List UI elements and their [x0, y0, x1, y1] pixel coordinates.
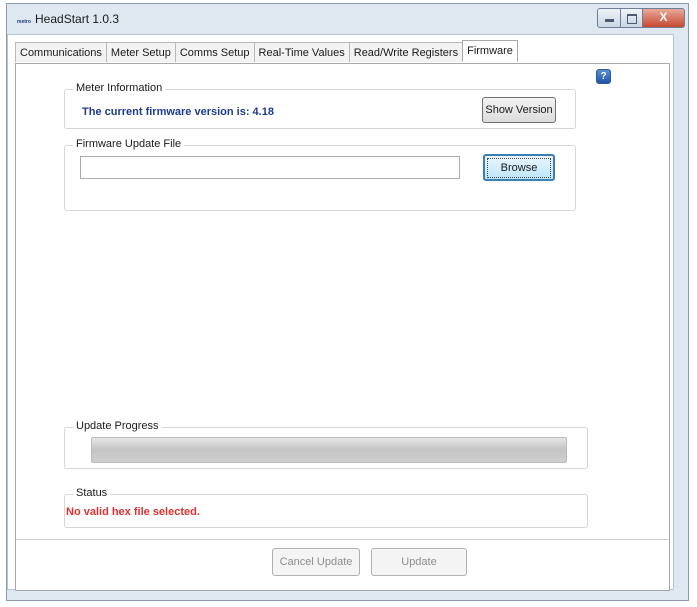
- close-icon: X: [659, 10, 668, 24]
- tab-read-write-registers[interactable]: Read/Write Registers: [348, 42, 464, 62]
- tab-communications[interactable]: Communications: [15, 42, 107, 62]
- tab-meter-setup[interactable]: Meter Setup: [105, 42, 176, 62]
- help-icon[interactable]: ?: [596, 69, 611, 84]
- tab-comms-setup[interactable]: Comms Setup: [174, 42, 255, 62]
- status-legend: Status: [73, 487, 111, 499]
- tab-firmware[interactable]: Firmware: [462, 40, 518, 62]
- status-message: No valid hex file selected.: [66, 506, 200, 518]
- tab-real-time-values[interactable]: Real-Time Values: [253, 42, 350, 62]
- firmware-file-path-input[interactable]: [80, 156, 460, 179]
- browse-button[interactable]: Browse: [483, 154, 555, 181]
- maximize-button[interactable]: [621, 8, 643, 28]
- title-bar[interactable]: metro HeadStart 1.0.3 X: [7, 4, 688, 38]
- firmware-update-file-legend: Firmware Update File: [73, 138, 185, 150]
- update-button[interactable]: Update: [371, 548, 467, 576]
- close-button[interactable]: X: [643, 8, 685, 28]
- footer-divider: [16, 539, 669, 540]
- update-progress-legend: Update Progress: [73, 420, 162, 432]
- update-progress-bar: [91, 437, 567, 463]
- meter-information-legend: Meter Information: [73, 82, 166, 94]
- browse-button-label: Browse: [487, 158, 551, 178]
- window-title: HeadStart 1.0.3: [35, 12, 120, 26]
- tab-strip: Communications Meter Setup Comms Setup R…: [15, 40, 518, 64]
- app-logo-icon: metro: [17, 19, 31, 25]
- show-version-button[interactable]: Show Version: [482, 97, 556, 123]
- firmware-version-text: The current firmware version is: 4.18: [82, 106, 274, 118]
- cancel-update-button[interactable]: Cancel Update: [272, 548, 360, 576]
- minimize-button[interactable]: [597, 8, 621, 28]
